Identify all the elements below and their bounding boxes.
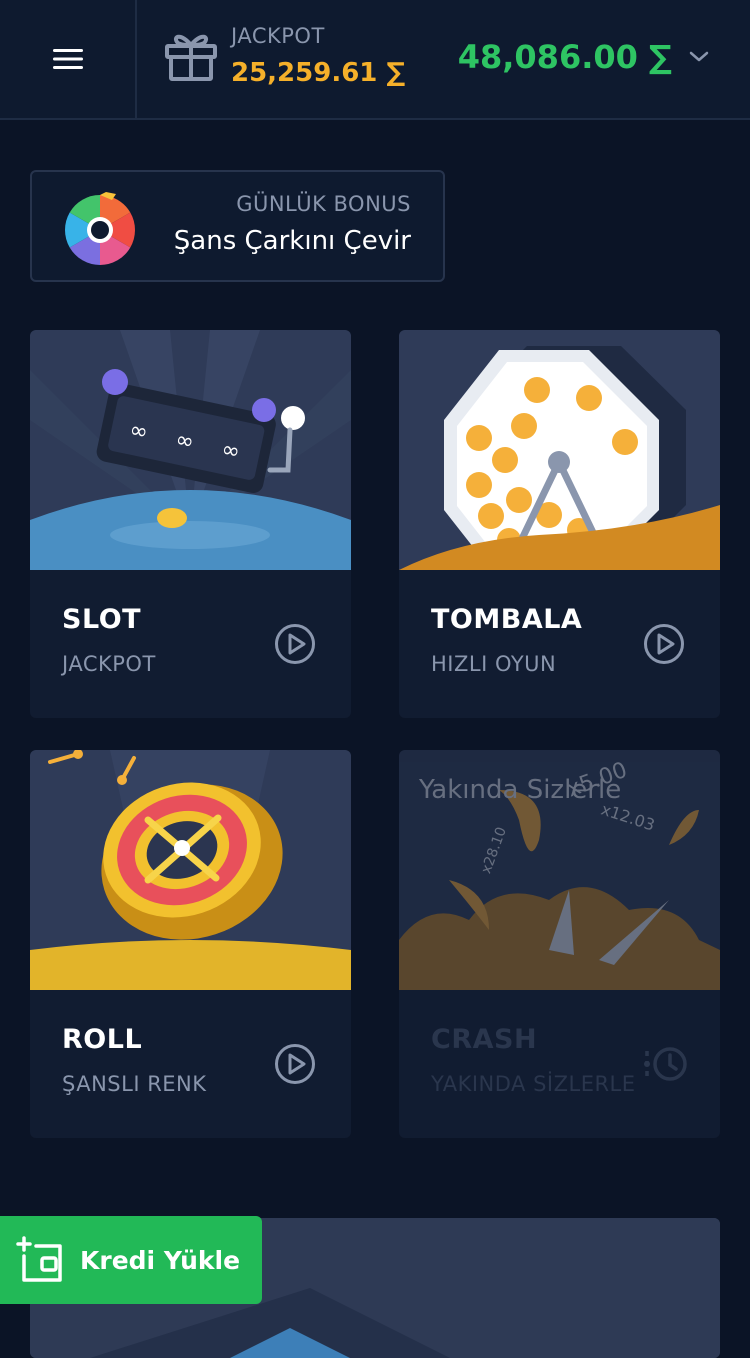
hamburger-menu-icon	[52, 49, 83, 69]
wallet-add-icon	[16, 1236, 62, 1282]
lottery-drum-illustration	[399, 330, 720, 570]
load-credit-label: Kredi Yükle	[80, 1245, 241, 1275]
chevron-down-icon[interactable]	[688, 48, 710, 64]
game-title: ROLL	[62, 1024, 143, 1055]
jackpot-label: JACKPOT	[231, 24, 325, 48]
jackpot-amount: 25,259.61 ∑	[231, 58, 406, 88]
color-wheel-icon	[65, 192, 135, 265]
top-bar: JACKPOT 25,259.61 ∑ 48,086.00 ∑	[0, 0, 750, 120]
game-card-slot[interactable]: ∞ ∞ ∞ SLOT JACKPOT	[30, 330, 351, 718]
game-subtitle: YAKINDA SİZLERLE	[431, 1072, 636, 1096]
game-title: CRASH	[431, 1024, 538, 1055]
balance-amount[interactable]: 48,086.00 ∑	[458, 38, 672, 76]
gift-icon	[165, 34, 217, 81]
game-title: SLOT	[62, 604, 142, 635]
clock-history-icon	[644, 1047, 687, 1081]
slot-machine-illustration: ∞ ∞ ∞	[30, 330, 351, 570]
game-subtitle: HIZLI OYUN	[431, 652, 557, 676]
load-credit-button[interactable]: Kredi Yükle	[0, 1216, 262, 1304]
menu-button[interactable]	[0, 0, 137, 118]
game-card-tombala[interactable]: TOMBALA HIZLI OYUN	[399, 330, 720, 718]
game-subtitle: JACKPOT	[62, 652, 156, 676]
play-circle-icon[interactable]	[274, 1043, 316, 1085]
bonus-label: GÜNLÜK BONUS	[236, 192, 411, 216]
play-circle-icon[interactable]	[274, 623, 316, 665]
game-card-crash: x5.00 x12.03 x28.10 Yakında Sizlerle CRA…	[399, 750, 720, 1138]
game-subtitle: ŞANSLI RENK	[62, 1072, 207, 1096]
coming-soon-overlay: Yakında Sizlerle	[418, 775, 621, 805]
crash-illustration: x5.00 x12.03 x28.10 Yakında Sizlerle	[399, 750, 720, 990]
game-card-roll[interactable]: ROLL ŞANSLI RENK	[30, 750, 351, 1138]
daily-bonus-button[interactable]: GÜNLÜK BONUS Şans Çarkını Çevir	[30, 170, 445, 282]
play-circle-icon[interactable]	[643, 623, 685, 665]
game-title: TOMBALA	[431, 604, 583, 635]
bonus-title: Şans Çarkını Çevir	[173, 226, 411, 256]
roulette-illustration	[30, 750, 351, 990]
